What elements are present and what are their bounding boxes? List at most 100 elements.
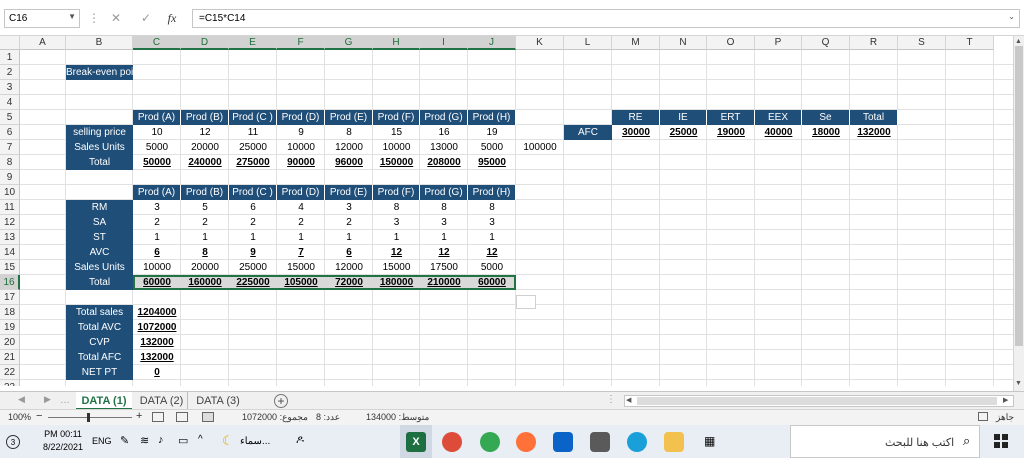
summary-label[interactable]: CVP	[66, 335, 133, 350]
total-value[interactable]: 275000	[229, 155, 277, 170]
column-header-d[interactable]: D	[181, 36, 229, 50]
name-box[interactable]: C16 ▼	[4, 9, 80, 28]
row-header-11[interactable]: 11	[0, 200, 20, 215]
afc-value[interactable]: 18000	[802, 125, 850, 140]
avc-value[interactable]: 7	[277, 245, 325, 260]
summary-value[interactable]: 1072000	[133, 320, 181, 335]
rm-value[interactable]: 8	[468, 200, 516, 215]
selling-price-value[interactable]: 10	[133, 125, 181, 140]
row-label[interactable]: Total	[66, 275, 133, 290]
row-header-16[interactable]: 16	[0, 275, 20, 290]
afc-header[interactable]: EEX	[755, 110, 802, 125]
sa-value[interactable]: 2	[181, 215, 229, 230]
selling-price-value[interactable]: 9	[277, 125, 325, 140]
summary-value[interactable]: 0	[133, 365, 181, 380]
sales-units-value[interactable]: 5000	[468, 140, 516, 155]
avc-value[interactable]: 9	[229, 245, 277, 260]
product-header[interactable]: Prod (G)	[420, 110, 468, 125]
excel-taskbar-active[interactable]: X	[400, 425, 432, 458]
product-header[interactable]: Prod (E)	[325, 185, 373, 200]
edge-icon[interactable]	[627, 432, 647, 452]
afc-label[interactable]: AFC	[564, 125, 612, 140]
column-header-m[interactable]: M	[612, 36, 660, 50]
row-header-2[interactable]: 2	[0, 65, 20, 80]
avc-value[interactable]: 12	[373, 245, 420, 260]
row-header-5[interactable]: 5	[0, 110, 20, 125]
total-value[interactable]: 95000	[468, 155, 516, 170]
afc-value[interactable]: 30000	[612, 125, 660, 140]
row-label[interactable]: Sales Units	[66, 140, 133, 155]
column-header-b[interactable]: B	[66, 36, 133, 50]
column-header-i[interactable]: I	[420, 36, 468, 50]
sales-units-value[interactable]: 17500	[420, 260, 468, 275]
column-header-k[interactable]: K	[516, 36, 564, 50]
afc-header[interactable]: Se	[802, 110, 850, 125]
rm-value[interactable]: 8	[420, 200, 468, 215]
afc-header[interactable]: ERT	[707, 110, 755, 125]
enter-icon[interactable]: ✓	[136, 10, 156, 27]
product-header[interactable]: Prod (F)	[373, 110, 420, 125]
sales-units-value[interactable]: 10000	[277, 140, 325, 155]
column-header-c[interactable]: C	[133, 36, 181, 50]
row-label[interactable]: RM	[66, 200, 133, 215]
summary-label[interactable]: Total sales	[66, 305, 133, 320]
row-header-10[interactable]: 10	[0, 185, 20, 200]
cell-k7[interactable]: 100000	[516, 140, 564, 155]
scroll-right-icon[interactable]: ▶	[1003, 396, 1008, 404]
row-label[interactable]: ST	[66, 230, 133, 245]
clock-date[interactable]: 8/22/2021	[40, 442, 86, 452]
sa-value[interactable]: 3	[420, 215, 468, 230]
selling-price-value[interactable]: 15	[373, 125, 420, 140]
scroll-down-icon[interactable]: ▼	[1015, 380, 1022, 387]
sales-units-value[interactable]: 25000	[229, 260, 277, 275]
rm-value[interactable]: 6	[229, 200, 277, 215]
sa-value[interactable]: 2	[325, 215, 373, 230]
taskbar-search-box[interactable]: اكتب هنا للبحث ⌕	[790, 425, 980, 458]
normal-view-icon[interactable]	[202, 412, 214, 422]
avc-value[interactable]: 12	[420, 245, 468, 260]
rm-value[interactable]: 8	[373, 200, 420, 215]
summary-label[interactable]: Total AFC	[66, 350, 133, 365]
row-header-14[interactable]: 14	[0, 245, 20, 260]
row-header-20[interactable]: 20	[0, 335, 20, 350]
summary-label[interactable]: Total AVC	[66, 320, 133, 335]
sales-units-value[interactable]: 25000	[229, 140, 277, 155]
add-sheet-icon[interactable]: +	[274, 394, 288, 408]
row-label[interactable]: SA	[66, 215, 133, 230]
macro-record-icon[interactable]	[978, 412, 988, 421]
product-header[interactable]: Prod (B)	[181, 185, 229, 200]
sales-units-value[interactable]: 12000	[325, 140, 373, 155]
column-header-g[interactable]: G	[325, 36, 373, 50]
rm-value[interactable]: 3	[325, 200, 373, 215]
total-value[interactable]: 208000	[420, 155, 468, 170]
column-header-l[interactable]: L	[564, 36, 612, 50]
st-value[interactable]: 1	[420, 230, 468, 245]
afc-header[interactable]: IE	[660, 110, 707, 125]
wifi-icon[interactable]: ≋	[140, 434, 149, 447]
quick-analysis-icon[interactable]	[516, 295, 536, 309]
summary-value[interactable]: 132000	[133, 350, 181, 365]
zoom-level[interactable]: 100%	[8, 412, 31, 422]
title-cell[interactable]: Break-even point	[66, 65, 133, 80]
column-header-e[interactable]: E	[229, 36, 277, 50]
sales-units-value[interactable]: 10000	[373, 140, 420, 155]
summary-value[interactable]: 132000	[133, 335, 181, 350]
column-header-n[interactable]: N	[660, 36, 707, 50]
column-header-p[interactable]: P	[755, 36, 802, 50]
tab-prev-icon[interactable]: ◀	[18, 394, 25, 405]
product-header[interactable]: Prod (F)	[373, 185, 420, 200]
row-header-13[interactable]: 13	[0, 230, 20, 245]
sa-value[interactable]: 3	[468, 215, 516, 230]
sales-units-value[interactable]: 13000	[420, 140, 468, 155]
row-header-22[interactable]: 22	[0, 365, 20, 380]
task-view-icon[interactable]: ▦	[704, 434, 715, 448]
weather-label[interactable]: سماء...	[240, 436, 270, 447]
product-header[interactable]: Prod (C )	[229, 110, 277, 125]
rm-value[interactable]: 3	[133, 200, 181, 215]
chrome-icon[interactable]	[480, 432, 500, 452]
sales-units-value[interactable]: 12000	[325, 260, 373, 275]
row-header-21[interactable]: 21	[0, 350, 20, 365]
row-header-7[interactable]: 7	[0, 140, 20, 155]
scroll-left-icon[interactable]: ◀	[626, 396, 631, 404]
row-header-3[interactable]: 3	[0, 80, 20, 95]
